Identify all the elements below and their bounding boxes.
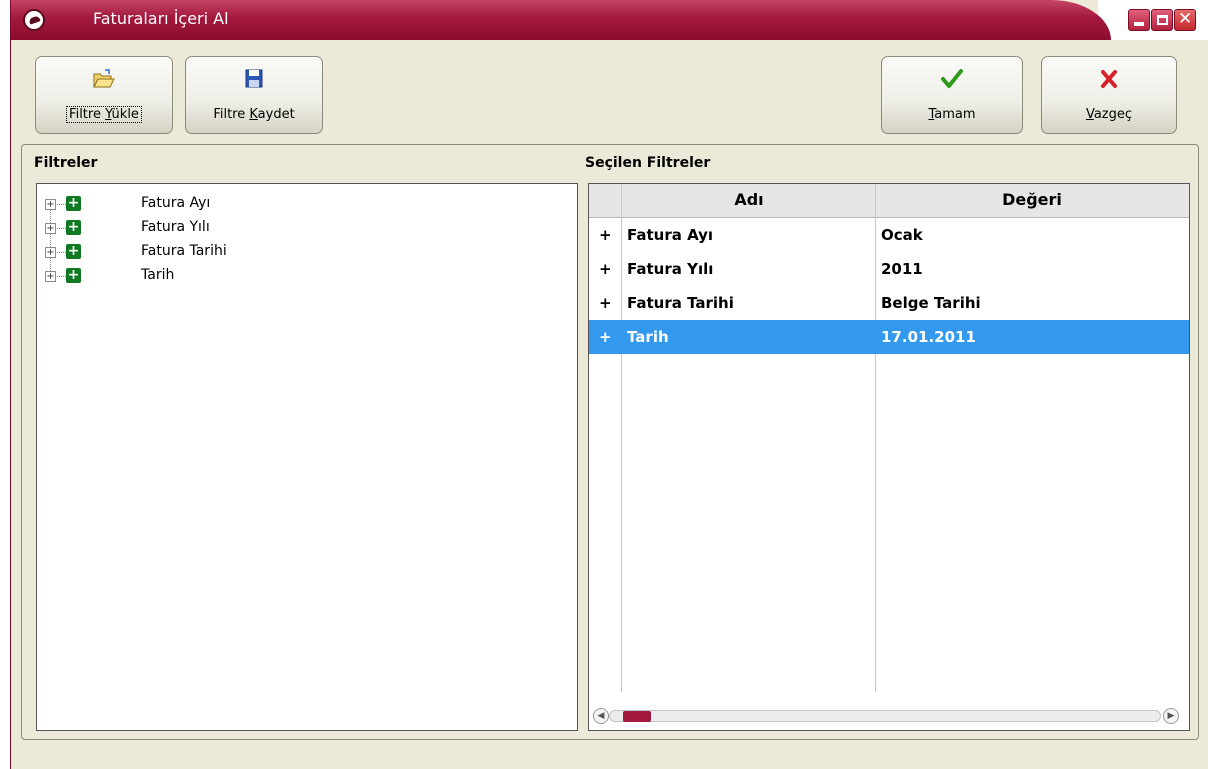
table-row[interactable]: + Fatura Ayı Ocak	[589, 218, 1189, 252]
grid-header: Adı Değeri	[589, 184, 1189, 218]
row-name: Fatura Yılı	[627, 260, 714, 278]
expand-icon[interactable]: +	[45, 271, 56, 282]
save-filter-label: Filtre Kaydet	[213, 107, 295, 122]
expand-icon[interactable]: +	[45, 199, 56, 210]
row-expand-marker[interactable]: +	[599, 226, 612, 244]
row-value[interactable]: Ocak	[881, 226, 923, 244]
close-icon: ✕	[1178, 9, 1193, 29]
row-expand-marker[interactable]: +	[599, 260, 612, 278]
expand-icon[interactable]: +	[45, 247, 56, 258]
row-name: Fatura Ayı	[627, 226, 714, 244]
table-row[interactable]: + Fatura Yılı 2011	[589, 252, 1189, 286]
toolbar: Filtre Yükle Filtre Kaydet Tamam Vazgeç	[11, 40, 1208, 140]
tree-item-fatura-ayi[interactable]: + + Fatura Ayı	[37, 194, 577, 218]
tree-connector	[57, 228, 66, 229]
open-folder-icon	[93, 69, 115, 88]
row-value[interactable]: Belge Tarihi	[881, 294, 981, 312]
tree-item-fatura-tarihi[interactable]: + + Fatura Tarihi	[37, 242, 577, 266]
row-expand-marker[interactable]: +	[599, 328, 612, 346]
add-filter-icon[interactable]: +	[66, 244, 81, 259]
table-row[interactable]: + Fatura Tarihi Belge Tarihi	[589, 286, 1189, 320]
add-filter-icon[interactable]: +	[66, 268, 81, 283]
dialog-window: Faturaları İçeri Al ✕ Filtre Yükle Filtr…	[10, 0, 1208, 769]
tree-connector	[57, 276, 66, 277]
filters-tree[interactable]: + + Fatura Ayı + + Fatura Yılı + + Fatur…	[36, 183, 578, 731]
app-logo-icon[interactable]	[23, 9, 45, 31]
scroll-thumb[interactable]	[623, 711, 651, 722]
tree-connector	[57, 252, 66, 253]
scroll-left-icon[interactable]: ◀	[593, 708, 609, 724]
cancel-button[interactable]: Vazgeç	[1041, 56, 1177, 134]
column-header-value[interactable]: Değeri	[877, 190, 1187, 209]
minimize-button[interactable]	[1128, 9, 1150, 31]
expand-icon[interactable]: +	[45, 223, 56, 234]
row-expand-marker[interactable]: +	[599, 294, 612, 312]
tree-item-label: Fatura Yılı	[141, 219, 210, 235]
load-filter-label: Filtre Yükle	[36, 106, 172, 123]
cancel-label: Vazgeç	[1085, 107, 1133, 122]
filters-title: Filtreler	[34, 155, 98, 171]
tree-item-label: Tarih	[141, 267, 175, 283]
main-panel: Filtreler Seçilen Filtreler + + Fatura A…	[21, 144, 1199, 740]
green-check-icon	[941, 69, 963, 88]
selected-filters-title: Seçilen Filtreler	[585, 155, 711, 171]
tree-item-tarih[interactable]: + + Tarih	[37, 266, 577, 290]
minimize-icon	[1134, 22, 1144, 26]
selected-filters-grid[interactable]: Adı Değeri + Fatura Ayı Ocak + Fatura Yı…	[588, 183, 1190, 731]
tree-item-label: Fatura Tarihi	[141, 243, 227, 259]
table-row-selected[interactable]: + Tarih 17.01.2011	[589, 320, 1189, 354]
add-filter-icon[interactable]: +	[66, 220, 81, 235]
tree-item-fatura-yili[interactable]: + + Fatura Yılı	[37, 218, 577, 242]
row-name: Tarih	[627, 328, 669, 346]
add-filter-icon[interactable]: +	[66, 196, 81, 211]
column-header-name[interactable]: Adı	[623, 190, 875, 209]
red-x-icon	[1101, 70, 1117, 88]
row-value[interactable]: 17.01.2011	[881, 328, 976, 346]
save-filter-button[interactable]: Filtre Kaydet	[185, 56, 323, 134]
scroll-track[interactable]	[609, 710, 1161, 722]
load-filter-button[interactable]: Filtre Yükle	[35, 56, 173, 134]
row-name: Fatura Tarihi	[627, 294, 734, 312]
titlebar[interactable]: Faturaları İçeri Al	[11, 0, 1111, 40]
row-value[interactable]: 2011	[881, 260, 923, 278]
ok-button[interactable]: Tamam	[881, 56, 1023, 134]
ok-label: Tamam	[928, 107, 976, 122]
tree-item-label: Fatura Ayı	[141, 195, 211, 211]
maximize-icon	[1157, 15, 1168, 25]
horizontal-scrollbar[interactable]: ◀ ▶	[589, 702, 1189, 730]
close-button[interactable]: ✕	[1174, 9, 1196, 31]
maximize-button[interactable]	[1151, 9, 1173, 31]
window-title: Faturaları İçeri Al	[93, 9, 229, 28]
floppy-disk-icon	[245, 69, 263, 88]
tree-connector	[57, 204, 66, 205]
scroll-right-icon[interactable]: ▶	[1163, 708, 1179, 724]
